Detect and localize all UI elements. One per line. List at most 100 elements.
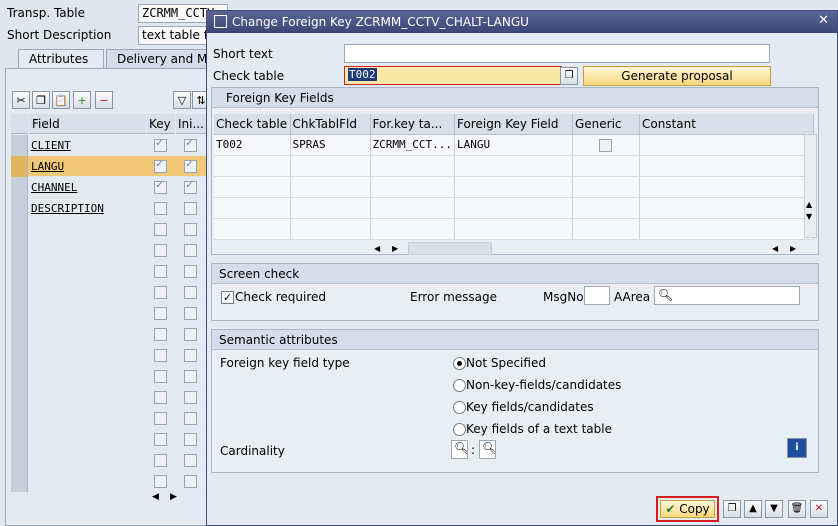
empty-row[interactable]: [214, 197, 814, 219]
insert-row-icon[interactable]: +: [73, 91, 91, 109]
table-row[interactable]: CLIENT: [11, 135, 211, 156]
arrow-up-icon[interactable]: ▲: [744, 500, 762, 518]
msgno-input[interactable]: [584, 286, 610, 305]
check-table-input[interactable]: T002: [344, 66, 562, 85]
cell-check-table[interactable]: T002: [214, 134, 291, 156]
radio-key-fields[interactable]: [453, 401, 466, 414]
empty-row[interactable]: [11, 471, 211, 492]
info-icon[interactable]: i: [787, 438, 807, 458]
column-header-chktablfld[interactable]: ChkTablFld: [290, 114, 371, 135]
row-selector[interactable]: [11, 156, 28, 177]
empty-row[interactable]: [214, 176, 814, 198]
column-header-for-key-table[interactable]: For.key ta...: [370, 114, 455, 135]
aarea-label: AArea: [614, 290, 651, 304]
cell-for-key-table[interactable]: ZCRMM_CCT...: [370, 134, 455, 156]
row-selector[interactable]: [11, 135, 28, 156]
option-non-key-fields-label[interactable]: Non-key-fields/candidates: [466, 378, 621, 392]
empty-row[interactable]: [11, 324, 211, 345]
tab-attributes[interactable]: Attributes: [18, 49, 104, 69]
field-name[interactable]: CHANNEL: [31, 181, 77, 194]
short-text-label: Short text: [213, 47, 273, 61]
option-key-fields-text-table-label[interactable]: Key fields of a text table: [466, 422, 612, 436]
cell-generic[interactable]: [572, 134, 640, 156]
key-checkbox: [154, 137, 167, 152]
foreign-key-fields-group: Foreign Key Fields Check table ChkTablFl…: [211, 87, 819, 255]
empty-row[interactable]: [11, 387, 211, 408]
empty-row[interactable]: [11, 408, 211, 429]
field-name[interactable]: CLIENT: [31, 139, 71, 152]
empty-row[interactable]: [11, 219, 211, 240]
scroll-down-icon[interactable]: ▼: [806, 212, 812, 221]
field-name[interactable]: DESCRIPTION: [31, 202, 104, 215]
table-row[interactable]: DESCRIPTION: [11, 198, 211, 219]
option-key-fields-label[interactable]: Key fields/candidates: [466, 400, 594, 414]
scroll-right-icon[interactable]: ▶: [392, 244, 398, 253]
empty-row[interactable]: [11, 429, 211, 450]
radio-key-fields-text-table[interactable]: [453, 423, 466, 436]
table-row[interactable]: T002 SPRAS ZCRMM_CCT... LANGU: [214, 134, 814, 156]
scroll-left-icon[interactable]: ◀: [374, 244, 380, 253]
empty-row[interactable]: [11, 366, 211, 387]
check-required-checkbox[interactable]: ✓: [221, 291, 234, 304]
init-checkbox: [184, 179, 197, 194]
copy-button[interactable]: ✔ Copy: [660, 500, 715, 518]
empty-row[interactable]: [11, 303, 211, 324]
empty-row[interactable]: [11, 450, 211, 471]
cell-constant[interactable]: [639, 134, 814, 156]
horizontal-scrollbar-thumb[interactable]: [408, 242, 492, 255]
column-header-constant[interactable]: Constant: [639, 114, 814, 135]
search-icon[interactable]: 🔍︎: [454, 441, 467, 455]
delete-row-icon[interactable]: −: [95, 91, 113, 109]
dialog-titlebar[interactable]: Change Foreign Key ZCRMM_CCTV_CHALT-LANG…: [207, 11, 837, 33]
empty-row[interactable]: [11, 240, 211, 261]
generate-proposal-button[interactable]: Generate proposal: [583, 66, 771, 86]
empty-row[interactable]: [214, 155, 814, 177]
foreign-key-fields-table: Check table ChkTablFld For.key ta... For…: [214, 114, 814, 240]
cardinality-right-input[interactable]: 🔍︎: [479, 440, 496, 459]
cell-fk-field[interactable]: LANGU: [454, 134, 573, 156]
field-name[interactable]: LANGU: [31, 160, 64, 173]
empty-row[interactable]: [11, 282, 211, 303]
aarea-input[interactable]: 🔍︎: [654, 286, 800, 305]
cell-chktablfld[interactable]: SPRAS: [290, 134, 371, 156]
empty-row[interactable]: [11, 261, 211, 282]
delete-icon[interactable]: 🗑︎: [788, 500, 806, 518]
column-header-key[interactable]: Key: [147, 114, 175, 134]
close-icon[interactable]: ✕: [818, 13, 829, 28]
option-not-specified-label[interactable]: Not Specified: [466, 356, 546, 370]
copy-button-label: Copy: [679, 502, 710, 516]
column-header-foreign-key-field[interactable]: Foreign Key Field: [454, 114, 573, 135]
copy-icon[interactable]: ❐: [723, 500, 741, 518]
cardinality-left-input[interactable]: 🔍︎: [451, 440, 468, 459]
cut-icon[interactable]: ✂: [12, 91, 30, 109]
row-selector[interactable]: [11, 198, 28, 219]
scroll-right-icon[interactable]: ▶: [790, 244, 796, 253]
table-row[interactable]: CHANNEL: [11, 177, 211, 198]
radio-non-key-fields[interactable]: [453, 379, 466, 392]
table-row-selected[interactable]: LANGU: [11, 156, 211, 177]
scroll-left-icon[interactable]: ◀: [152, 492, 159, 502]
row-selector[interactable]: [11, 177, 28, 198]
search-icon[interactable]: 🔍︎: [482, 441, 495, 455]
empty-row[interactable]: [214, 218, 814, 240]
cancel-icon[interactable]: ✕: [810, 500, 828, 518]
scroll-up-icon[interactable]: ▲: [806, 200, 812, 209]
empty-row[interactable]: [11, 345, 211, 366]
column-header-generic[interactable]: Generic: [572, 114, 640, 135]
short-text-input[interactable]: [344, 44, 770, 63]
value-help-icon[interactable]: ❐: [560, 67, 578, 85]
column-header-field[interactable]: Field: [29, 114, 146, 134]
generic-checkbox[interactable]: [598, 138, 612, 152]
column-header-check-table[interactable]: Check table: [214, 114, 291, 135]
copy-icon[interactable]: ❐: [32, 91, 50, 109]
tab-delivery[interactable]: Delivery and Mai: [106, 49, 210, 69]
vertical-scrollbar[interactable]: [804, 134, 817, 238]
radio-not-specified[interactable]: [453, 357, 466, 370]
search-icon[interactable]: 🔍︎: [658, 288, 673, 302]
filter-icon[interactable]: ▽: [173, 91, 191, 109]
short-description-label: Short Description: [7, 28, 112, 42]
scroll-right-icon[interactable]: ▶: [170, 492, 177, 502]
paste-icon[interactable]: 📋: [52, 91, 70, 109]
arrow-down-icon[interactable]: ▼: [765, 500, 783, 518]
scroll-left-icon[interactable]: ◀: [772, 244, 778, 253]
